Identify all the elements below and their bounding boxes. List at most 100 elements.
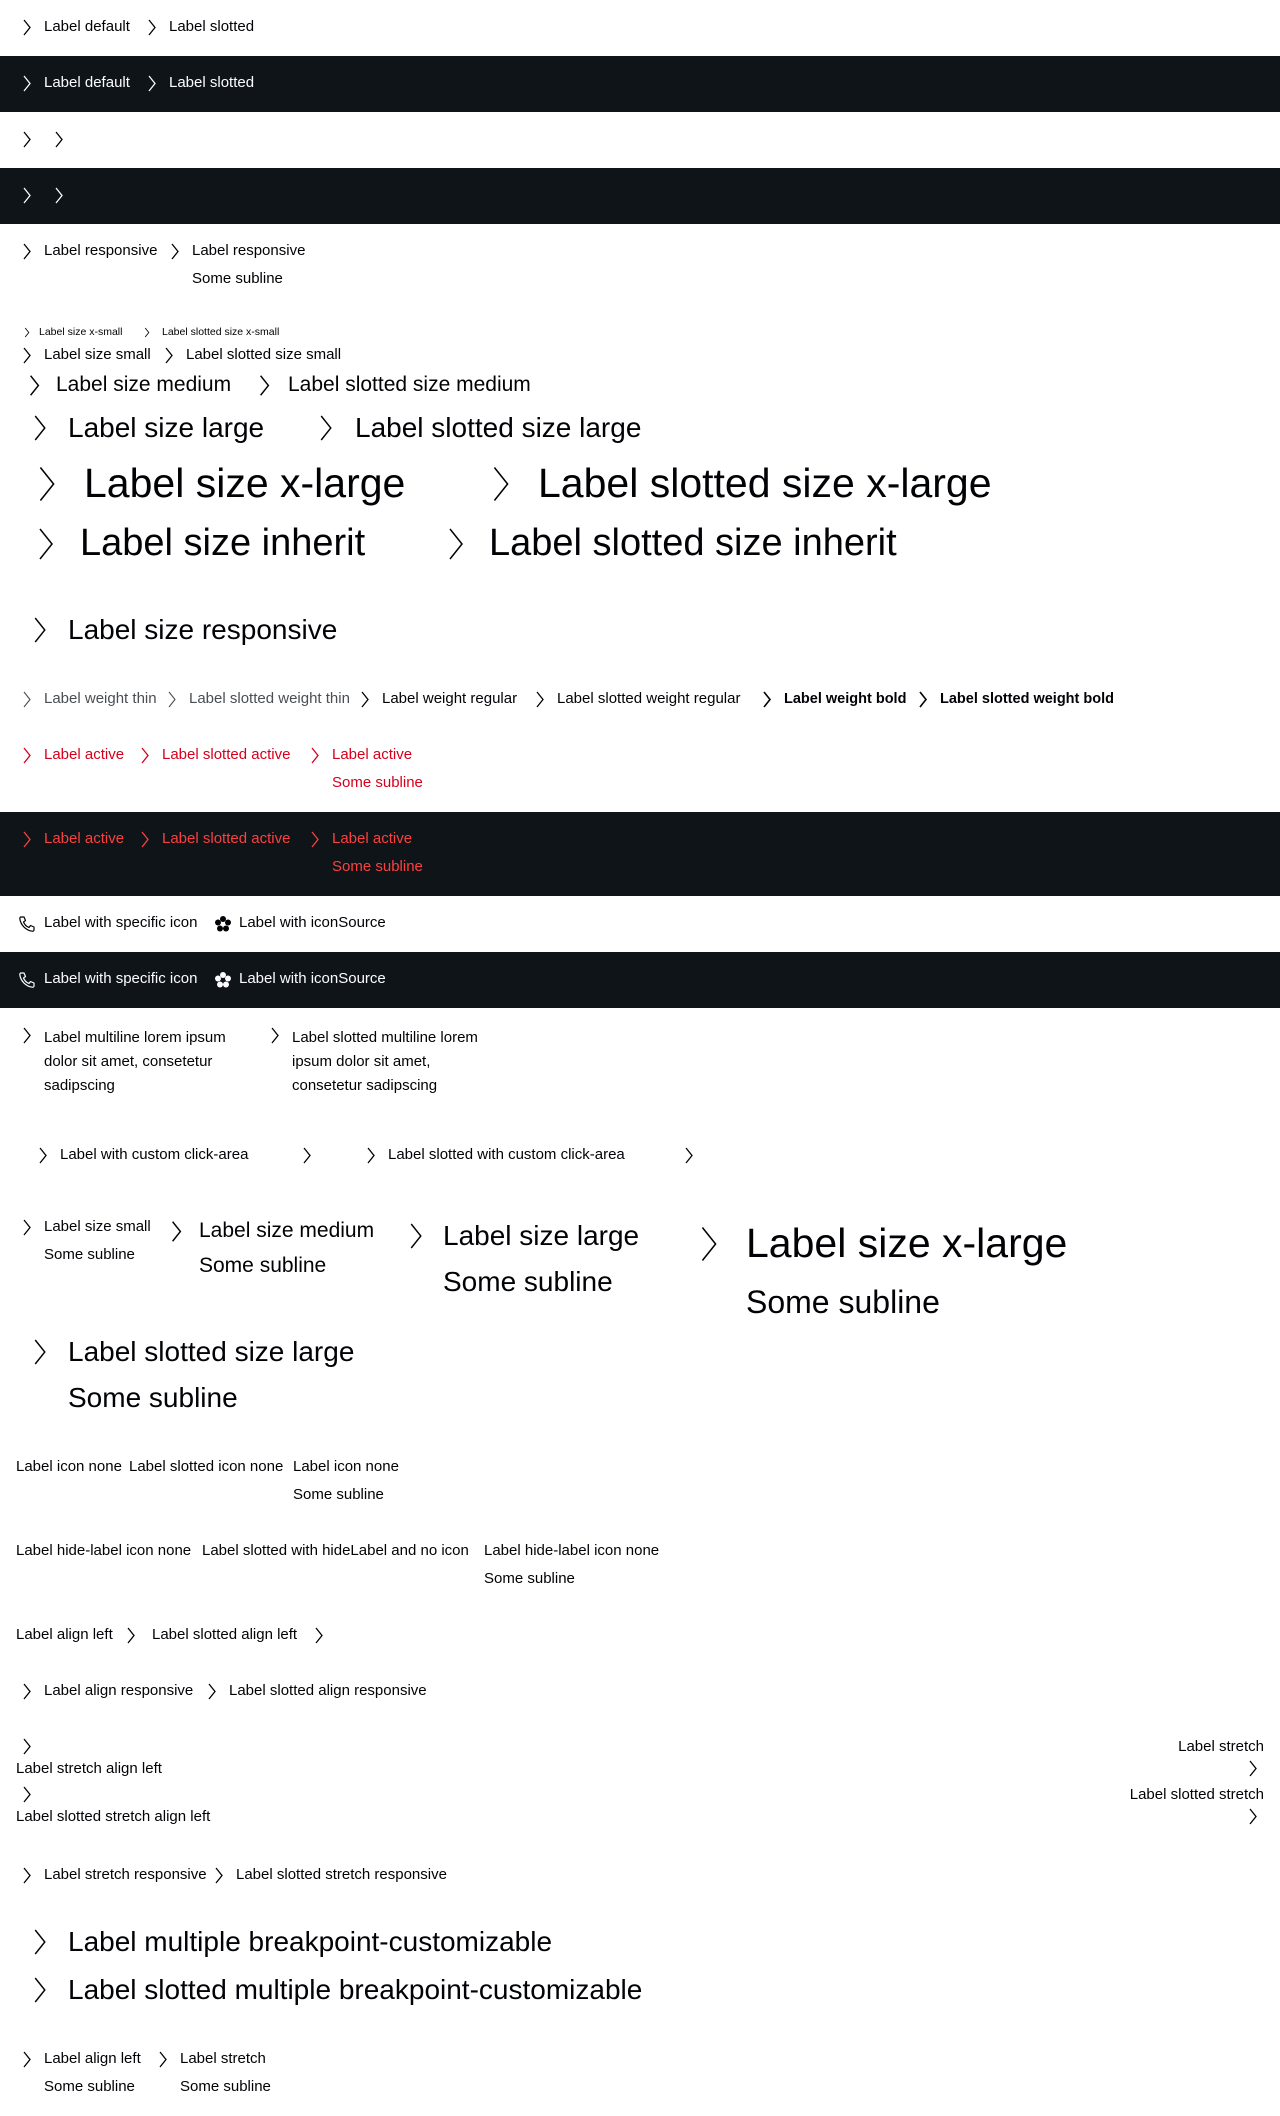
arrow-right-icon [310, 831, 320, 848]
flower-icon [214, 971, 232, 989]
link-subline: Some subline [484, 1570, 575, 1587]
link-slotted-multiline[interactable]: Label slotted multiline lorem ipsum dolo… [270, 1026, 490, 1098]
arrow-right-icon [360, 691, 370, 708]
arrow-right-icon [22, 19, 32, 36]
link-label: Label slotted weight bold [940, 691, 1114, 707]
link-label: Label active [332, 746, 413, 763]
link-label: Label slotted align left [152, 1626, 298, 1643]
arrow-right-icon [147, 19, 157, 36]
arrow-right-icon [270, 1027, 280, 1044]
arrow-right-icon [164, 347, 174, 364]
link-label: Label slotted with custom click-area [388, 1146, 625, 1163]
arrow-right-icon [144, 327, 150, 338]
link-subline: Some subline [293, 1486, 384, 1503]
link-slotted-align-left[interactable]: Label slotted align left [152, 1626, 332, 1646]
arrow-right-icon [22, 831, 32, 848]
arrow-right-icon [36, 462, 58, 506]
arrow-right-icon [214, 1867, 224, 1884]
link-label: Label slotted active [162, 746, 291, 763]
link-subline: Some subline [68, 1382, 238, 1413]
link-label: Label weight regular [382, 690, 518, 707]
arrow-right-icon [1248, 1760, 1258, 1777]
link-label: Label slotted size large [355, 412, 642, 443]
link-label: Label with iconSource [239, 970, 386, 987]
link-label: Label slotted multiline lorem ipsum dolo… [292, 1029, 478, 1094]
link-slotted-stretch-align-left[interactable]: Label slotted stretch align left [16, 1786, 276, 1830]
arrow-right-icon [698, 1222, 720, 1266]
link-label: Label align left [16, 1626, 113, 1643]
link-label: Label slotted with hideLabel and no icon [202, 1542, 469, 1559]
arrow-right-icon [22, 1738, 32, 1755]
link-align-left[interactable]: Label align left [16, 1626, 142, 1646]
arrow-right-icon [22, 1027, 32, 1044]
arrow-right-icon [22, 691, 32, 708]
link-label: Label slotted stretch [1129, 1786, 1264, 1803]
link-label: Label stretch [180, 2050, 266, 2067]
section-default-light: Label default Label slotted [0, 0, 1280, 56]
link-label: Label active [332, 830, 413, 847]
arrow-right-icon [54, 187, 64, 204]
arrow-right-icon [126, 1627, 136, 1644]
arrow-right-icon [170, 243, 180, 260]
arrow-right-icon [158, 2051, 168, 2068]
section-default-dark: Label default Label slotted [0, 56, 1280, 112]
section-active-dark: Label active Label slotted active Label … [0, 812, 1280, 896]
link-slotted-stretch-right[interactable]: Label slotted stretch [1060, 1786, 1264, 1830]
arrow-right-icon [22, 747, 32, 764]
link-label: Label stretch responsive [44, 1866, 207, 1883]
arrow-right-icon [22, 1219, 32, 1236]
link-label: Label size x-large [746, 1220, 1068, 1266]
link-subline: Some subline [332, 774, 423, 791]
link-subline: Some subline [746, 1284, 940, 1320]
arrow-right-icon [762, 691, 772, 708]
link-label: Label align left [44, 2050, 141, 2067]
arrow-right-icon [302, 1147, 312, 1164]
arrow-right-icon [32, 413, 48, 443]
arrow-right-icon [22, 131, 32, 148]
link-label: Label slotted size inherit [489, 522, 897, 564]
link-label: Label multiline lorem ipsum dolor sit am… [44, 1029, 226, 1094]
phone-icon [18, 915, 36, 933]
link-slotted-custom-click-area[interactable]: Label slotted with custom click-area [366, 1146, 696, 1166]
link-subline: Some subline [180, 2078, 271, 2095]
link-label: Label slotted [169, 74, 255, 91]
arrow-right-icon [318, 413, 334, 443]
arrow-right-icon [22, 1683, 32, 1700]
arrow-right-icon [140, 747, 150, 764]
link-custom-click-area[interactable]: Label with custom click-area [38, 1146, 318, 1166]
link-label: Label with specific icon [44, 914, 198, 931]
link-subline: Some subline [44, 1246, 135, 1263]
arrow-right-icon [490, 462, 512, 506]
arrow-right-icon [314, 1627, 324, 1644]
link-label: Label icon none [16, 1458, 122, 1475]
link-label: Label size x-large [84, 460, 406, 506]
link-label: Label weight bold [784, 691, 907, 707]
link-stretch-right[interactable]: Label stretch [1060, 1738, 1264, 1782]
arrow-right-icon [28, 374, 41, 397]
arrow-right-icon [918, 691, 928, 708]
link-label: Label slotted size large [68, 1336, 355, 1367]
link-label: Label size large [68, 412, 265, 443]
link-subline: Some subline [332, 858, 423, 875]
arrow-right-icon [535, 691, 545, 708]
link-subline: Some subline [192, 270, 283, 287]
link-label: Label slotted active [162, 830, 291, 847]
link-label: Label slotted [169, 18, 255, 35]
link-label: Label with custom click-area [60, 1146, 249, 1163]
link-label: Label slotted size medium [288, 373, 531, 396]
arrow-right-icon [366, 1147, 376, 1164]
link-label: Label responsive [44, 242, 158, 259]
link-multiline[interactable]: Label multiline lorem ipsum dolor sit am… [22, 1026, 242, 1098]
link-label: Label default [44, 18, 130, 35]
arrow-right-icon [36, 524, 56, 564]
arrow-right-icon [22, 187, 32, 204]
link-label: Label slotted size x-small [162, 326, 280, 338]
link-label: Label default [44, 74, 130, 91]
link-subline: Some subline [199, 1254, 327, 1277]
link-stretch-align-left[interactable]: Label stretch align left [16, 1738, 236, 1782]
link-subline: Some subline [44, 2078, 135, 2095]
arrow-right-icon [54, 131, 64, 148]
arrow-right-icon [32, 615, 48, 645]
arrow-right-icon [170, 1220, 183, 1243]
link-label: Label hide-label icon none [16, 1542, 192, 1559]
